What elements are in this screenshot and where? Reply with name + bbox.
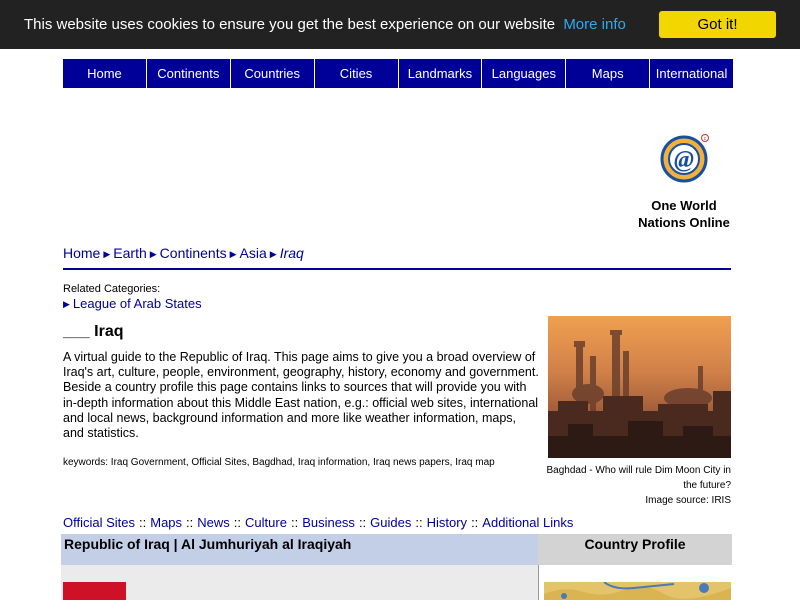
nav-cities[interactable]: Cities: [315, 59, 399, 88]
breadcrumb-asia[interactable]: Asia: [240, 245, 267, 261]
page-title: ___ Iraq: [63, 323, 124, 340]
breadcrumb-arrow-icon: ▶: [103, 249, 111, 259]
section-links: Official Sites:: Maps:: News:: Culture:: Bus…: [63, 515, 574, 530]
main-nav: Home Continents Countries Cities Landmar…: [63, 59, 733, 88]
baghdad-photo: [548, 316, 731, 458]
link-official-sites[interactable]: Official Sites: [63, 515, 135, 530]
breadcrumb-arrow-icon: ▶: [149, 249, 157, 259]
photo-caption: Baghdad - Who will rule Dim Moon City in…: [546, 465, 731, 506]
nav-landmarks[interactable]: Landmarks: [399, 59, 483, 88]
nav-languages[interactable]: Languages: [482, 59, 567, 88]
link-business[interactable]: Business: [302, 515, 355, 530]
svg-text:@: @: [674, 147, 694, 173]
link-guides[interactable]: Guides: [370, 515, 411, 530]
one-world-logo-icon[interactable]: @ c: [660, 133, 710, 183]
page-description: A virtual guide to the Republic of Iraq.…: [63, 350, 539, 441]
link-news[interactable]: News: [197, 515, 230, 530]
cookie-banner: This website uses cookies to ensure you …: [0, 0, 800, 49]
flag-cell: [61, 565, 538, 600]
breadcrumb-earth[interactable]: Earth: [113, 245, 146, 261]
location-map[interactable]: [544, 581, 731, 600]
country-profile-header: Country Profile: [538, 534, 732, 565]
related-category-link[interactable]: ▶ League of Arab States: [63, 296, 202, 311]
link-additional-links[interactable]: Additional Links: [482, 515, 573, 530]
breadcrumb-current: Iraq: [279, 245, 304, 261]
cookie-message: This website uses cookies to ensure you …: [24, 16, 626, 33]
link-culture[interactable]: Culture: [245, 515, 287, 530]
nav-home[interactable]: Home: [63, 59, 147, 88]
link-history[interactable]: History: [427, 515, 467, 530]
nav-countries[interactable]: Countries: [231, 59, 315, 88]
more-info-link[interactable]: More info: [563, 16, 626, 33]
breadcrumb: Home ▶ Earth ▶ Continents ▶ Asia ▶ Iraq: [63, 245, 304, 261]
breadcrumb-continents[interactable]: Continents: [160, 245, 227, 261]
breadcrumb-arrow-icon: ▶: [269, 249, 277, 259]
breadcrumb-home[interactable]: Home: [63, 245, 100, 261]
keywords: keywords: Iraq Government, Official Site…: [63, 457, 495, 468]
country-name-header: Republic of Iraq | Al Jumhuriyah al Iraq…: [61, 534, 538, 565]
iraq-flag-icon: [63, 582, 126, 600]
map-cell: [538, 565, 732, 600]
link-maps[interactable]: Maps: [150, 515, 182, 530]
logo-text: One World Nations Online: [638, 198, 730, 230]
arrow-right-icon: ▶: [63, 299, 70, 309]
nav-continents[interactable]: Continents: [147, 59, 231, 88]
divider: [63, 268, 731, 270]
got-it-button[interactable]: Got it!: [659, 11, 776, 38]
breadcrumb-arrow-icon: ▶: [229, 249, 237, 259]
related-categories-label: Related Categories:: [63, 283, 161, 295]
nav-maps[interactable]: Maps: [566, 59, 651, 88]
nav-international[interactable]: International: [650, 59, 733, 88]
